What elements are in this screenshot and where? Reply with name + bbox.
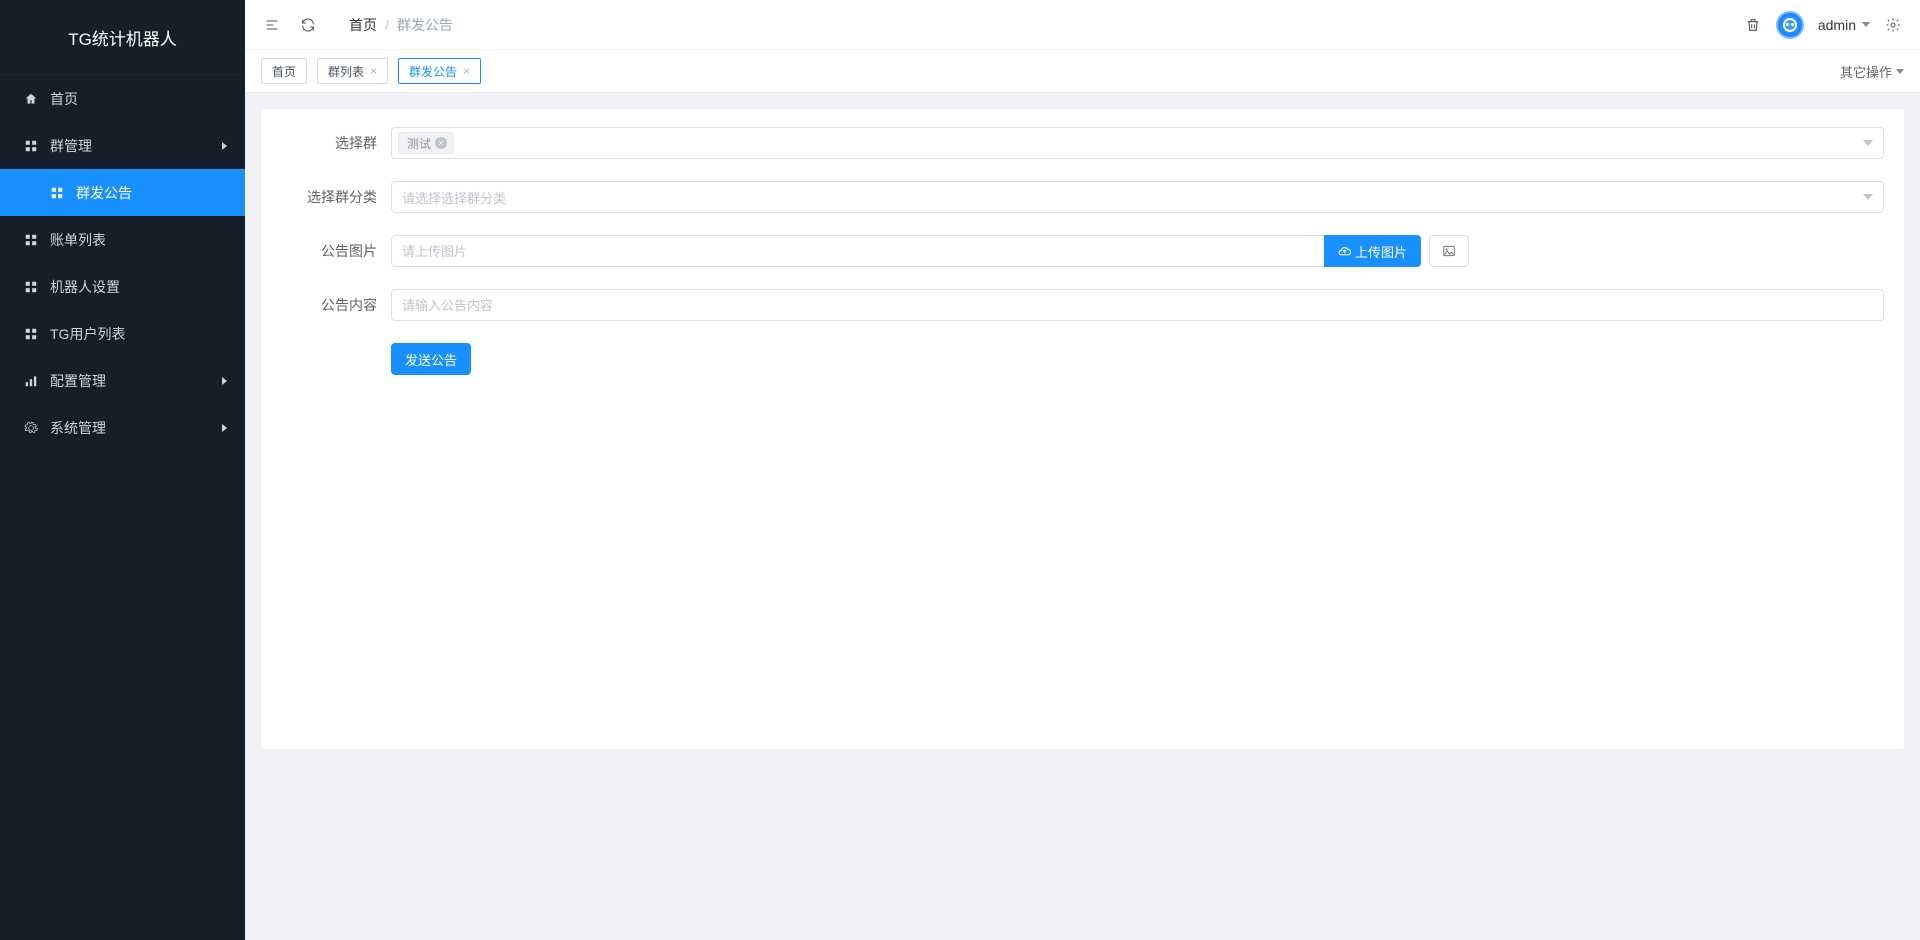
grid-icon	[22, 139, 40, 153]
sidebar-item-group-mgmt[interactable]: 群管理	[0, 122, 245, 169]
submit-label: 发送公告	[405, 350, 457, 369]
sidebar-item-label: 机器人设置	[50, 277, 120, 297]
tab-label: 首页	[272, 63, 296, 80]
user-menu[interactable]: admin	[1818, 17, 1870, 33]
sidebar-item-label: 群管理	[50, 136, 92, 156]
sidebar-item-label: 系统管理	[50, 418, 106, 438]
sidebar-item-label: 配置管理	[50, 371, 106, 391]
row-image: 公告图片 上传图片	[281, 235, 1884, 267]
sidebar: TG统计机器人 首页 群管理 群发公告 账单列表 机器人设置	[0, 0, 245, 940]
tabs-extra-menu[interactable]: 其它操作	[1840, 62, 1904, 81]
tab-home[interactable]: 首页	[261, 58, 307, 84]
row-submit: 发送公告	[281, 343, 1884, 375]
select-placeholder: 请选择选择群分类	[402, 188, 506, 207]
selected-group-chip: 测试 ×	[398, 132, 454, 154]
settings-icon[interactable]	[1884, 16, 1902, 34]
sidebar-item-bill-list[interactable]: 账单列表	[0, 216, 245, 263]
sidebar-item-label: TG用户列表	[50, 324, 125, 344]
close-icon[interactable]: ×	[370, 65, 377, 77]
label-select-category: 选择群分类	[281, 181, 391, 213]
content-input[interactable]	[391, 289, 1884, 321]
sidebar-item-label: 首页	[50, 89, 78, 109]
upload-button-label: 上传图片	[1355, 242, 1407, 261]
app-title: TG统计机器人	[68, 25, 177, 50]
sidebar-item-bot-settings[interactable]: 机器人设置	[0, 263, 245, 310]
upload-image-button[interactable]: 上传图片	[1324, 235, 1421, 267]
breadcrumb-sep: /	[385, 17, 389, 33]
grid-icon	[22, 327, 40, 341]
tabbar: 首页 群列表 × 群发公告 × 其它操作	[245, 50, 1920, 93]
tab-group-list[interactable]: 群列表 ×	[317, 58, 388, 84]
tab-label: 群发公告	[409, 63, 457, 80]
form-card: 选择群 测试 × 选择群分类	[261, 109, 1904, 749]
chevron-down-icon	[1862, 22, 1870, 27]
topbar: 首页 / 群发公告 admin	[245, 0, 1920, 50]
chevron-right-icon	[222, 377, 227, 385]
chip-remove-icon[interactable]: ×	[435, 137, 447, 149]
label-image: 公告图片	[281, 235, 391, 267]
select-group[interactable]: 测试 ×	[391, 127, 1884, 159]
home-icon	[22, 92, 40, 106]
label-content: 公告内容	[281, 289, 391, 321]
grid-icon	[22, 233, 40, 247]
sidebar-item-system-mgmt[interactable]: 系统管理	[0, 404, 245, 451]
breadcrumb-root[interactable]: 首页	[349, 15, 377, 35]
topbar-left: 首页 / 群发公告	[263, 15, 453, 35]
breadcrumb-current: 群发公告	[397, 15, 453, 35]
sidebar-item-label: 账单列表	[50, 230, 106, 250]
tab-label: 群列表	[328, 63, 364, 80]
chevron-right-icon	[222, 424, 227, 432]
content: 选择群 测试 × 选择群分类	[245, 93, 1920, 940]
row-content: 公告内容	[281, 289, 1884, 321]
tab-group-broadcast[interactable]: 群发公告 ×	[398, 58, 481, 84]
sidebar-item-home[interactable]: 首页	[0, 75, 245, 122]
avatar	[1776, 11, 1804, 39]
sidebar-item-config-mgmt[interactable]: 配置管理	[0, 357, 245, 404]
grid-icon	[22, 280, 40, 294]
label-select-group: 选择群	[281, 127, 391, 159]
sidebar-menu: 首页 群管理 群发公告 账单列表 机器人设置 TG用户列表	[0, 75, 245, 940]
gear-icon	[22, 421, 40, 435]
sidebar-item-tg-user-list[interactable]: TG用户列表	[0, 310, 245, 357]
close-icon[interactable]: ×	[463, 65, 470, 77]
trash-icon[interactable]	[1744, 16, 1762, 34]
submit-button[interactable]: 发送公告	[391, 343, 471, 375]
tabs-extra-label: 其它操作	[1840, 62, 1892, 81]
cloud-upload-icon	[1338, 245, 1351, 258]
sidebar-item-group-broadcast[interactable]: 群发公告	[0, 169, 245, 216]
image-path-input[interactable]	[391, 235, 1324, 267]
breadcrumb: 首页 / 群发公告	[349, 15, 453, 35]
app-logo: TG统计机器人	[0, 0, 245, 75]
chevron-down-icon	[1863, 194, 1873, 200]
chip-label: 测试	[407, 135, 431, 152]
row-select-category: 选择群分类 请选择选择群分类	[281, 181, 1884, 213]
chevron-right-icon	[222, 142, 227, 150]
image-icon	[1442, 244, 1456, 258]
sidebar-item-label: 群发公告	[76, 183, 132, 203]
row-select-group: 选择群 测试 ×	[281, 127, 1884, 159]
menu-collapse-icon[interactable]	[263, 16, 281, 34]
bars-icon	[22, 374, 40, 388]
main: 首页 / 群发公告 admin	[245, 0, 1920, 940]
grid-icon	[48, 186, 66, 200]
select-category[interactable]: 请选择选择群分类	[391, 181, 1884, 213]
refresh-icon[interactable]	[299, 16, 317, 34]
chevron-down-icon	[1863, 140, 1873, 146]
topbar-right: admin	[1744, 11, 1902, 39]
user-name: admin	[1818, 17, 1856, 33]
preview-image-button[interactable]	[1429, 235, 1469, 267]
chevron-down-icon	[1896, 69, 1904, 74]
